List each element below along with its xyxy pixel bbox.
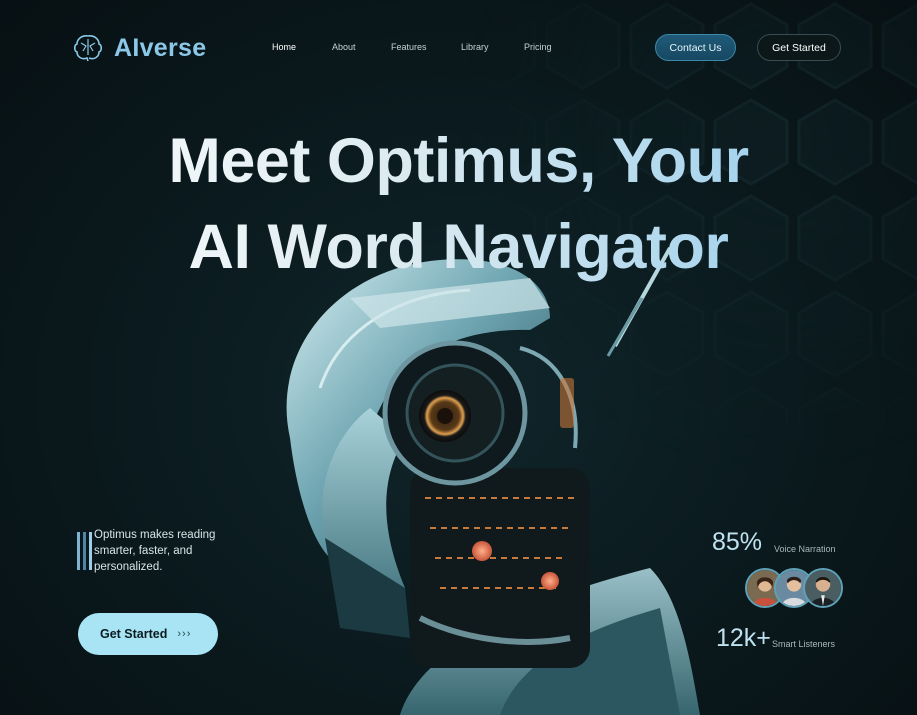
triple-chevron-right-icon: ››› [177, 628, 192, 640]
stat-voice-narration-label: Voice Narration [774, 544, 836, 554]
nav-item-features[interactable]: Features [391, 42, 427, 52]
hero-title-line-2: AI Word Navigator [188, 212, 729, 282]
stat-voice-narration-value: 85% [712, 528, 763, 556]
hero-title-line-1: Meet Optimus, Your [168, 126, 749, 196]
top-navigation: AIverse Home About Features Library Pric… [0, 0, 917, 96]
robot-head-illustration [286, 247, 700, 715]
hero-get-started-label: Get Started [100, 627, 168, 641]
hero-description: Optimus makes reading smarter, faster, a… [94, 529, 216, 573]
stat-smart-listeners-label: Smart Listeners [772, 639, 836, 649]
nav-item-library[interactable]: Library [461, 42, 489, 52]
description-accent-bars [77, 532, 92, 570]
hero-title: Meet Optimus, Your AI Word Navigator [0, 118, 917, 290]
avatar [803, 568, 843, 608]
stat-smart-listeners-value: 12k+ [716, 624, 771, 652]
contact-us-button[interactable]: Contact Us [655, 34, 736, 61]
header-get-started-button[interactable]: Get Started [757, 34, 841, 61]
nav-item-pricing[interactable]: Pricing [524, 42, 552, 52]
listener-avatars [745, 568, 845, 612]
nav-item-about[interactable]: About [332, 42, 356, 52]
nav-item-home[interactable]: Home [272, 42, 296, 52]
hero-get-started-button[interactable]: Get Started ››› [78, 613, 218, 655]
